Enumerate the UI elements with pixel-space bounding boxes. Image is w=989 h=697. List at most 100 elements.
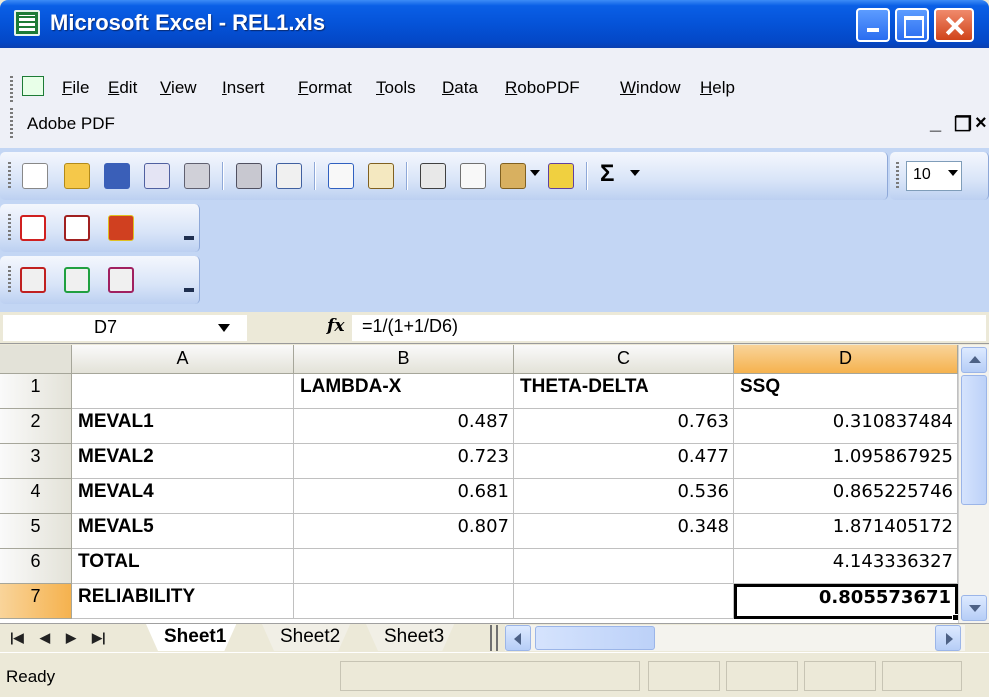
menu-format[interactable]: Format [298, 78, 352, 98]
research-icon[interactable] [368, 163, 394, 189]
cell-c1[interactable]: THETA-DELTA [514, 374, 734, 409]
robopdf-create-icon[interactable] [20, 267, 46, 293]
cell-d1[interactable]: SSQ [734, 374, 958, 409]
permission-icon[interactable] [144, 163, 170, 189]
menu-data[interactable]: Data [442, 78, 478, 98]
robopdf-settings-icon[interactable] [108, 267, 134, 293]
row-header[interactable]: 7 [0, 584, 72, 619]
row-header[interactable]: 6 [0, 549, 72, 584]
scroll-left-button[interactable] [505, 625, 531, 651]
column-header-a[interactable]: A [72, 345, 294, 374]
cell-c6[interactable] [514, 549, 734, 584]
cell-d6[interactable]: 4.143336327 [734, 549, 958, 584]
row-header[interactable]: 1 [0, 374, 72, 409]
menu-adobe-pdf[interactable]: Adobe PDF [27, 114, 115, 134]
paste-icon[interactable] [500, 163, 526, 189]
save-icon[interactable] [104, 163, 130, 189]
convert-to-pdf-icon[interactable] [20, 215, 46, 241]
spelling-icon[interactable] [328, 163, 354, 189]
maximize-button[interactable] [895, 8, 929, 42]
cell-d7[interactable]: 0.805573671 [734, 584, 958, 619]
cell-c5[interactable]: 0.348 [514, 514, 734, 549]
menu-view[interactable]: View [160, 78, 197, 98]
sheet-tab-sheet3[interactable]: Sheet3 [366, 624, 454, 651]
cell-a2[interactable]: MEVAL1 [72, 409, 294, 444]
print-icon[interactable] [236, 163, 262, 189]
menu-tools[interactable]: Tools [376, 78, 416, 98]
sheet-tab-sheet2[interactable]: Sheet2 [262, 624, 350, 651]
sheet-tab-sheet1[interactable]: Sheet1 [146, 624, 236, 651]
cell-c4[interactable]: 0.536 [514, 479, 734, 514]
row-header[interactable]: 3 [0, 444, 72, 479]
toolbar-grip[interactable] [8, 266, 11, 294]
toolbar-grip[interactable] [8, 214, 11, 242]
menu-grip[interactable] [10, 76, 13, 102]
previous-sheet-icon[interactable]: ◀ [40, 630, 50, 646]
cell-d3[interactable]: 1.095867925 [734, 444, 958, 479]
cut-icon[interactable] [420, 163, 446, 189]
cell-d5[interactable]: 1.871405172 [734, 514, 958, 549]
cell-b1[interactable]: LAMBDA-X [294, 374, 514, 409]
column-header-d[interactable]: D [734, 345, 958, 374]
convert-and-email-icon[interactable] [64, 215, 90, 241]
scroll-right-button[interactable] [935, 625, 961, 651]
toolbar-grip[interactable] [8, 162, 11, 190]
cell-b4[interactable]: 0.681 [294, 479, 514, 514]
first-sheet-icon[interactable]: |◀ [10, 630, 24, 646]
scroll-up-button[interactable] [961, 347, 987, 373]
cell-b7[interactable] [294, 584, 514, 619]
vertical-scrollbar[interactable] [958, 345, 989, 623]
email-icon[interactable] [184, 163, 210, 189]
new-icon[interactable] [22, 163, 48, 189]
select-all-corner[interactable] [0, 345, 72, 374]
workbook-icon[interactable] [22, 76, 44, 96]
column-header-c[interactable]: C [514, 345, 734, 374]
horizontal-scrollbar[interactable] [505, 625, 965, 651]
next-sheet-icon[interactable]: ▶ [66, 630, 76, 646]
convert-and-review-icon[interactable] [108, 215, 134, 241]
cell-b2[interactable]: 0.487 [294, 409, 514, 444]
column-header-b[interactable]: B [294, 345, 514, 374]
formula-input[interactable]: =1/(1+1/D6) [352, 315, 986, 341]
cell-a1[interactable] [72, 374, 294, 409]
toolbar-grip[interactable] [896, 162, 899, 190]
menu-robopdf[interactable]: RoboPDF [505, 78, 580, 98]
print-preview-icon[interactable] [276, 163, 302, 189]
cell-c2[interactable]: 0.763 [514, 409, 734, 444]
menu-edit[interactable]: Edit [108, 78, 137, 98]
cell-c7[interactable] [514, 584, 734, 619]
close-button[interactable] [934, 8, 974, 42]
vertical-scroll-thumb[interactable] [961, 375, 987, 505]
menu-window[interactable]: Window [620, 78, 680, 98]
menu-grip-2[interactable] [10, 108, 13, 138]
autosum-dropdown-icon[interactable] [630, 170, 640, 176]
cell-d4[interactable]: 0.865225746 [734, 479, 958, 514]
doc-close-icon[interactable]: × [975, 112, 987, 135]
cell-b3[interactable]: 0.723 [294, 444, 514, 479]
robopdf-export-icon[interactable] [64, 267, 90, 293]
autosum-icon[interactable]: Σ [600, 160, 614, 188]
toolbar-options-icon[interactable] [184, 236, 194, 246]
insert-function-icon[interactable]: fx [327, 316, 344, 336]
copy-icon[interactable] [460, 163, 486, 189]
cell-b5[interactable]: 0.807 [294, 514, 514, 549]
paste-dropdown-icon[interactable] [530, 170, 540, 176]
cell-a6[interactable]: TOTAL [72, 549, 294, 584]
row-header[interactable]: 5 [0, 514, 72, 549]
cell-a3[interactable]: MEVAL2 [72, 444, 294, 479]
doc-restore-icon[interactable]: ❐ [954, 112, 972, 137]
menu-help[interactable]: Help [700, 78, 735, 98]
format-painter-icon[interactable] [548, 163, 574, 189]
minimize-button[interactable] [856, 8, 890, 42]
excel-app-icon[interactable] [14, 10, 40, 36]
cell-a4[interactable]: MEVAL4 [72, 479, 294, 514]
font-size-dropdown-icon[interactable] [948, 170, 958, 176]
menu-insert[interactable]: Insert [222, 78, 265, 98]
menu-file[interactable]: File [62, 78, 89, 98]
font-size-select[interactable]: 10 [906, 161, 962, 191]
horizontal-scroll-thumb[interactable] [535, 626, 655, 650]
cell-b6[interactable] [294, 549, 514, 584]
doc-minimize-icon[interactable]: _ [930, 112, 941, 135]
last-sheet-icon[interactable]: ▶| [92, 630, 106, 646]
name-box-dropdown-icon[interactable] [218, 324, 230, 332]
